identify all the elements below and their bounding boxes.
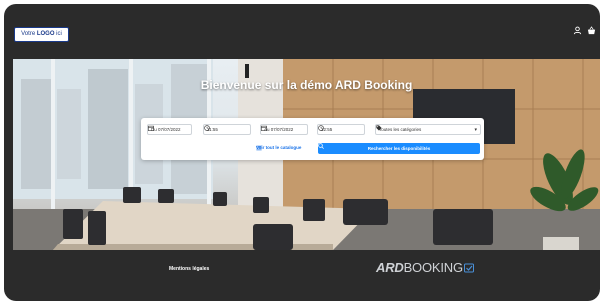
logo-suffix: ici	[56, 31, 62, 37]
calendar-icon	[261, 125, 267, 131]
brand-logo: ARD BOOKING	[376, 260, 474, 275]
tag-icon	[376, 125, 382, 131]
catalog-link-label: Voir tout le catalogue	[256, 145, 302, 150]
start-date-field[interactable]: Du 07/07/2022	[147, 124, 192, 135]
user-icon[interactable]	[573, 26, 582, 35]
hero-banner: Bienvenue sur la démo ARD Booking Du 07/…	[13, 59, 600, 250]
search-icon	[318, 143, 324, 149]
site-logo[interactable]: Votre LOGO ici	[14, 27, 69, 42]
search-form: Du 07/07/2022 11:55 Au 07/07/2022 12:55 …	[141, 118, 484, 160]
brand-bold: ARD	[376, 260, 404, 275]
category-select[interactable]: Toutes les catégories ▾	[375, 124, 481, 135]
hero-title: Bienvenue sur la démo ARD Booking	[200, 78, 413, 92]
legal-link[interactable]: Mentions légales	[169, 266, 209, 272]
category-value: Toutes les catégories	[379, 127, 422, 132]
end-date-value: Au 07/07/2022	[264, 127, 294, 132]
chevron-down-icon: ▾	[474, 127, 477, 133]
app-frame: Votre LOGO ici Bienvenue sur la démo ARD…	[4, 4, 600, 301]
clock-icon	[318, 125, 324, 131]
header-actions	[573, 26, 596, 35]
basket-icon[interactable]	[587, 26, 596, 35]
catalog-link[interactable]: Voir tout le catalogue	[256, 145, 302, 151]
end-time-field[interactable]: 12:55	[317, 124, 365, 135]
start-time-field[interactable]: 11:55	[203, 124, 251, 135]
checkmark-icon	[463, 263, 474, 272]
start-date-value: Du 07/07/2022	[151, 127, 181, 132]
search-button[interactable]: Rechercher les disponibilités	[318, 143, 480, 154]
logo-bold: LOGO	[36, 31, 55, 37]
search-button-label: Rechercher les disponibilités	[367, 146, 431, 151]
logo-prefix: Votre	[21, 31, 36, 37]
end-date-field[interactable]: Au 07/07/2022	[260, 124, 308, 135]
clock-icon	[204, 125, 210, 131]
calendar-icon	[148, 125, 154, 131]
list-icon	[256, 145, 262, 151]
brand-light: BOOKING	[403, 260, 463, 275]
